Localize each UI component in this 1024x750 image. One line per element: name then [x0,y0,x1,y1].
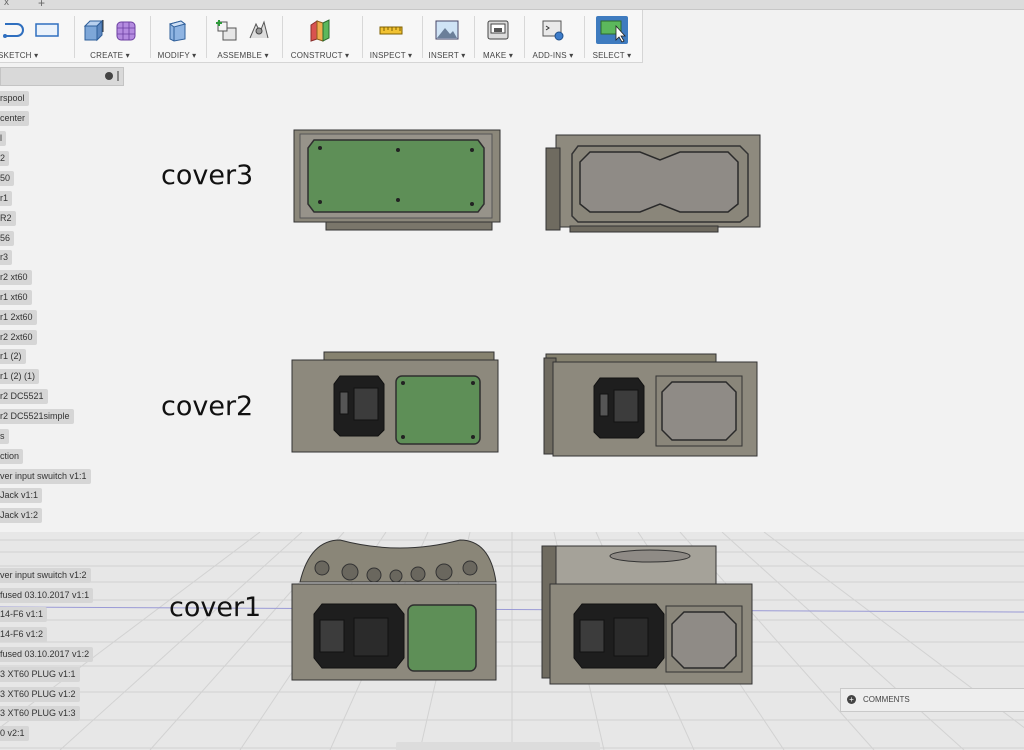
cover3-label: cover3 [161,160,254,191]
toolbar-divider [362,16,363,58]
browser-item[interactable]: fused 03.10.2017 v1:1 [0,588,94,603]
add-comment-icon[interactable]: + [847,695,856,704]
create-menu-label: CREATE ▾ [90,51,130,60]
extrude-box-icon[interactable] [82,18,106,42]
browser-item[interactable]: 14-F6 v1:2 [0,627,48,642]
modify-menu-label: MODIFY ▾ [157,51,197,60]
browser-item[interactable]: r3 [0,250,13,265]
browser-item[interactable]: 50 [0,171,15,186]
toolbar-divider [206,16,207,58]
browser-item[interactable]: r1 [0,191,13,206]
browser-item[interactable]: 14-F6 v1:1 [0,607,48,622]
tab-strip: x + [0,0,1024,10]
browser-panel-header[interactable] [0,67,124,86]
toolbar-divider [474,16,475,58]
construct-menu-label: CONSTRUCT ▾ [290,51,350,60]
construct-menu[interactable]: CONSTRUCT ▾ [286,10,354,62]
make-menu-label: MAKE ▾ [482,51,514,60]
browser-item[interactable]: r2 xt60 [0,270,32,285]
form-icon[interactable] [114,18,138,42]
cover2-front-model [291,351,499,453]
cover1-label: cover1 [169,592,262,623]
browser-item[interactable]: s [0,429,9,444]
close-tab-icon[interactable]: x [4,0,9,8]
create-menu[interactable]: CREATE ▾ [78,10,142,62]
cover3-front-model [293,129,501,231]
measure-icon[interactable] [379,18,403,42]
browser-item[interactable]: R2 [0,211,16,226]
cover3-back-model [545,134,761,233]
select-cursor-icon[interactable] [596,16,628,44]
browser-item[interactable]: r2 2xt60 [0,330,37,345]
main-toolbar: SKETCH ▾ CREATE ▾ MODIFY ▾ ASSEMBLE ▾ CO… [0,10,643,63]
joint-icon[interactable] [247,18,271,42]
scripts-icon[interactable] [541,18,565,42]
browser-item[interactable]: r1 (2) [0,349,26,364]
press-pull-icon[interactable] [165,18,189,42]
sketch-menu-label: SKETCH ▾ [0,51,39,60]
make-menu[interactable]: MAKE ▾ [476,10,520,62]
browser-item[interactable]: 3 XT60 PLUG v1:3 [0,706,80,721]
add-ins-menu[interactable]: ADD-INS ▾ [526,10,580,62]
toolbar-divider [422,16,423,58]
comments-panel[interactable]: + COMMENTS [840,688,1024,712]
cover2-back-model [543,353,758,457]
browser-item[interactable]: r2 DC5521 [0,389,48,404]
plane-icon[interactable] [308,18,332,42]
browser-item[interactable]: ver input swuitch v1:1 [0,469,91,484]
inspect-menu[interactable]: INSPECT ▾ [364,10,418,62]
browser-item[interactable]: 56 [0,231,15,246]
browser-item[interactable]: 3 XT60 PLUG v1:1 [0,667,80,682]
visibility-icon[interactable] [105,72,113,80]
select-menu[interactable]: SELECT ▾ [588,10,636,62]
browser-item[interactable]: r1 xt60 [0,290,32,305]
select-menu-label: SELECT ▾ [592,51,632,60]
browser-item[interactable]: rspool [0,91,29,106]
browser-item[interactable]: 3 XT60 PLUG v1:2 [0,687,80,702]
modify-menu[interactable]: MODIFY ▾ [152,10,202,62]
sketch-arc-icon[interactable] [2,18,27,42]
new-tab-button[interactable]: + [38,0,45,10]
browser-item[interactable]: ver input swuitch v1:2 [0,568,91,583]
cover2-label: cover2 [161,391,254,422]
browser-item[interactable]: l [0,131,6,146]
toolbar-divider [282,16,283,58]
insert-image-icon[interactable] [435,18,459,42]
navigation-bar[interactable] [396,742,600,750]
comments-label: COMMENTS [863,695,910,704]
assemble-menu-label: ASSEMBLE ▾ [217,51,269,60]
toolbar-divider [74,16,75,58]
toolbar-divider [584,16,585,58]
insert-menu-label: INSERT ▾ [428,51,466,60]
browser-item[interactable]: r2 DC5521simple [0,409,74,424]
assemble-menu[interactable]: ASSEMBLE ▾ [210,10,276,62]
rectangle-icon[interactable] [35,18,59,42]
add-ins-menu-label: ADD-INS ▾ [532,51,574,60]
new-component-icon[interactable] [215,18,239,42]
browser-item[interactable]: fused 03.10.2017 v1:2 [0,647,94,662]
inspect-menu-label: INSPECT ▾ [369,51,413,60]
print-3d-icon[interactable] [486,18,510,42]
browser-item[interactable]: ction [0,449,24,464]
sketch-menu[interactable]: SKETCH ▾ [0,10,62,62]
toolbar-divider [524,16,525,58]
browser-item[interactable]: r1 (2) (1) [0,369,40,384]
browser-item[interactable]: Jack v1:1 [0,488,43,503]
browser-item[interactable]: 2 [0,151,10,166]
insert-menu[interactable]: INSERT ▾ [424,10,470,62]
browser-item[interactable]: Jack v1:2 [0,508,43,523]
browser-item[interactable]: center [0,111,30,126]
ground-grid [0,532,1024,750]
toolbar-divider [150,16,151,58]
panel-resize-handle[interactable] [117,71,119,81]
browser-item[interactable]: 0 v2:1 [0,726,29,741]
browser-item[interactable]: r1 2xt60 [0,310,37,325]
